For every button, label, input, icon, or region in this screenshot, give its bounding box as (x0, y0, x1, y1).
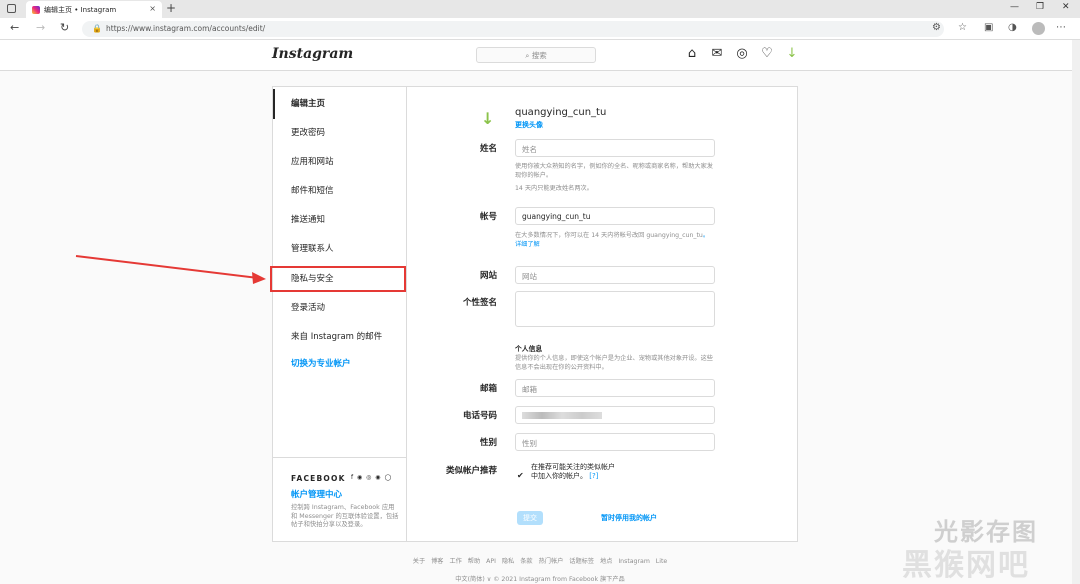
annotation-arrow (75, 255, 266, 284)
language-select[interactable]: 中文(简体) ∨ (455, 576, 491, 583)
copyright: © 2021 Instagram from Facebook 旗下产品 (493, 576, 625, 583)
watermark-bottom: 黑猴网吧 (902, 548, 1030, 583)
scrollbar[interactable] (1072, 40, 1080, 584)
